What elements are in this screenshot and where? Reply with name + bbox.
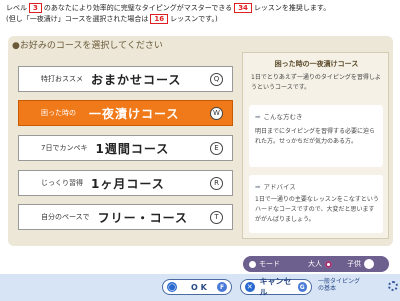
- recommendation-line-2: (但し「一夜漬け」コースを選択された場合は 16 レッスンです。): [6, 14, 330, 25]
- recommendation-info: レベル 3 のあなたにより効率的に完璧なタイピングがマスターできる 34 レッスンを推奨…: [6, 3, 330, 25]
- mode-bullet-icon: [249, 260, 256, 268]
- course-subtitle: 特打おススメ: [41, 75, 83, 83]
- mode-label: モード: [249, 259, 280, 269]
- course-omakase-button[interactable]: 特打おススメ おまかせコース Q: [18, 66, 233, 92]
- shortcut-key-g: G: [297, 282, 307, 292]
- mode-adult-label: 大人: [308, 260, 322, 268]
- advice-label-text: アドバイス: [263, 183, 296, 191]
- course-free-button[interactable]: 自分のペースで フリー・コース T: [18, 204, 233, 230]
- course-subtitle: じっくり習得: [41, 179, 83, 187]
- detail-description: 1日でとりあえず一通りのタイピングを習得しようというコースです。: [251, 74, 381, 91]
- mode-child-label: 子供: [347, 260, 361, 268]
- arrow-right-icon: ➡: [255, 183, 261, 191]
- radio-selected-icon: [325, 260, 332, 268]
- info-text: (但し「一夜漬け」コースを選択された場合は: [6, 15, 149, 23]
- course-ichiyazuke-button[interactable]: 困った時の 一夜漬けコース W: [18, 100, 233, 126]
- target-audience-label-text: こんな方むき: [263, 113, 303, 121]
- advice-text: 1日で一通りの主要なレッスンをこなすというハードなコースですので、大変だと思いま…: [255, 196, 379, 223]
- mode-selector: モード 大人 子供: [243, 256, 389, 272]
- target-audience-text: 明日までにタイピングを習得する必要に迫られた方。せっかちだが気力のある方。: [255, 128, 376, 145]
- typing-basics-line1: 一般タイピング: [318, 278, 361, 285]
- shortcut-key-t: T: [210, 210, 223, 224]
- ok-label: O K: [191, 282, 207, 292]
- course-detail-panel: 困った時の一夜漬けコース 1日でとりあえず一通りのタイピングを習得しようというコ…: [242, 52, 389, 239]
- info-text: レッスンです。): [170, 15, 218, 23]
- info-text: レベル: [6, 4, 27, 12]
- close-icon: ✕: [245, 282, 255, 292]
- typing-basics-link[interactable]: 一般タイピング の基本: [318, 278, 360, 292]
- course-title: 一夜漬けコース: [89, 106, 180, 121]
- mode-child-radio[interactable]: 子供: [347, 259, 377, 269]
- course-title: 1週間コース: [95, 141, 170, 156]
- course-subtitle: 困った時の: [41, 109, 76, 117]
- lesson-count: 34: [234, 3, 252, 13]
- course-title: 1ヶ月コース: [91, 176, 165, 191]
- info-text: レッスンを推奨します。: [253, 4, 331, 12]
- course-heading: ●お好みのコースを選択してください: [12, 41, 163, 51]
- course-subtitle: 7日でカンペキ: [41, 144, 88, 152]
- ok-circle-icon: ◯: [167, 282, 177, 292]
- shortcut-key-q: Q: [210, 72, 223, 86]
- cancel-label: キャンセル: [259, 277, 292, 297]
- shortcut-key-r: R: [210, 176, 223, 190]
- info-text: のあなたにより効率的に完璧なタイピングがマスターできる: [43, 4, 233, 12]
- mode-label-text: モード: [259, 260, 280, 268]
- shortcut-key-w: W: [210, 106, 223, 120]
- course-title: おまかせコース: [91, 72, 182, 87]
- arrow-right-icon: ➡: [255, 113, 261, 121]
- typing-basics-line2: の基本: [318, 285, 337, 292]
- recommendation-line-1: レベル 3 のあなたにより効率的に完璧なタイピングがマスターできる 34 レッスンを推奨…: [6, 3, 330, 14]
- advice-box: ➡ アドバイス 1日で一通りの主要なレッスンをこなすというハードなコースですので、…: [249, 175, 383, 233]
- ok-button[interactable]: ◯ O K F: [162, 279, 232, 295]
- course-1week-button[interactable]: 7日でカンペキ 1週間コース E: [18, 135, 233, 161]
- course-1month-button[interactable]: じっくり習得 1ヶ月コース R: [18, 170, 233, 196]
- ichiya-lesson-count: 16: [150, 14, 169, 24]
- advice-label: ➡ アドバイス: [255, 181, 296, 191]
- mode-adult-radio[interactable]: 大人: [308, 259, 335, 269]
- detail-title: 困った時の一夜漬けコース: [274, 60, 359, 68]
- target-audience-box: ➡ こんな方むき 明日までにタイピングを習得する必要に迫られた方。せっかちだが気力…: [249, 105, 383, 167]
- cancel-button[interactable]: ✕ キャンセル G: [240, 277, 312, 297]
- target-audience-label: ➡ こんな方むき: [255, 111, 302, 121]
- shortcut-key-e: E: [210, 141, 223, 155]
- gear-icon[interactable]: [388, 281, 398, 291]
- radio-unselected-icon: [364, 259, 374, 269]
- course-subtitle: 自分のペースで: [41, 213, 90, 221]
- course-title: フリー・コース: [97, 210, 189, 225]
- level-value: 3: [29, 3, 42, 13]
- shortcut-key-f: F: [217, 282, 227, 292]
